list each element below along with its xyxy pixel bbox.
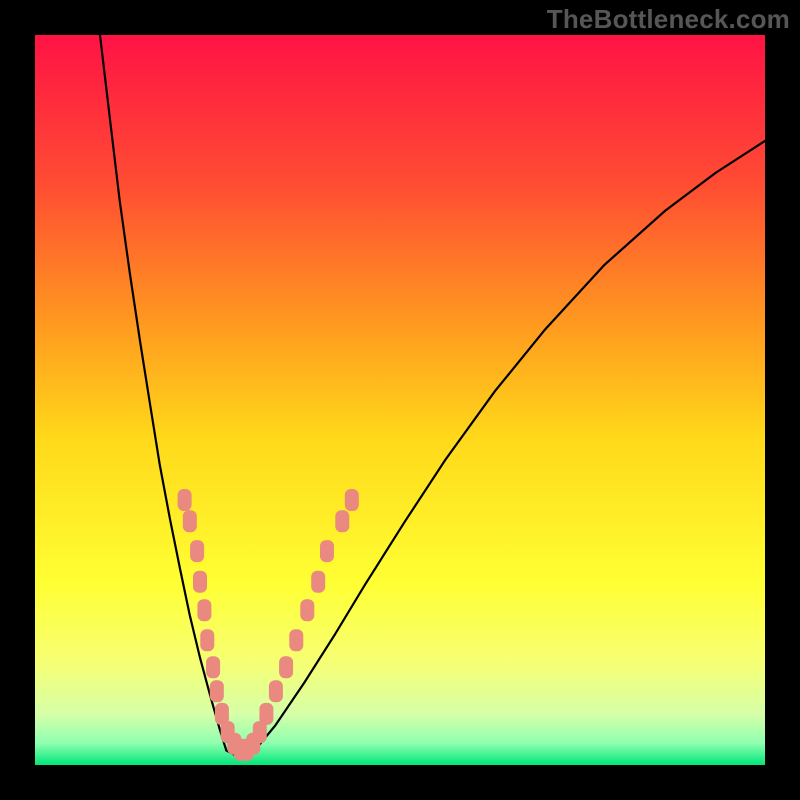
watermark-text: TheBottleneck.com: [547, 4, 790, 35]
data-marker: [320, 540, 334, 562]
data-marker: [300, 599, 314, 621]
data-marker: [210, 680, 224, 702]
chart-frame: TheBottleneck.com: [0, 0, 800, 800]
data-marker: [269, 680, 283, 702]
bottleneck-chart: [0, 0, 800, 800]
data-marker: [197, 599, 211, 621]
data-marker: [289, 629, 303, 651]
data-marker: [345, 489, 359, 511]
data-marker: [279, 656, 293, 678]
data-marker: [335, 510, 349, 532]
plot-background: [35, 35, 765, 765]
data-marker: [178, 489, 192, 511]
data-marker: [200, 629, 214, 651]
data-marker: [190, 540, 204, 562]
data-marker: [206, 656, 220, 678]
data-marker: [183, 510, 197, 532]
data-marker: [193, 571, 207, 593]
data-marker: [259, 703, 273, 725]
data-marker: [311, 571, 325, 593]
